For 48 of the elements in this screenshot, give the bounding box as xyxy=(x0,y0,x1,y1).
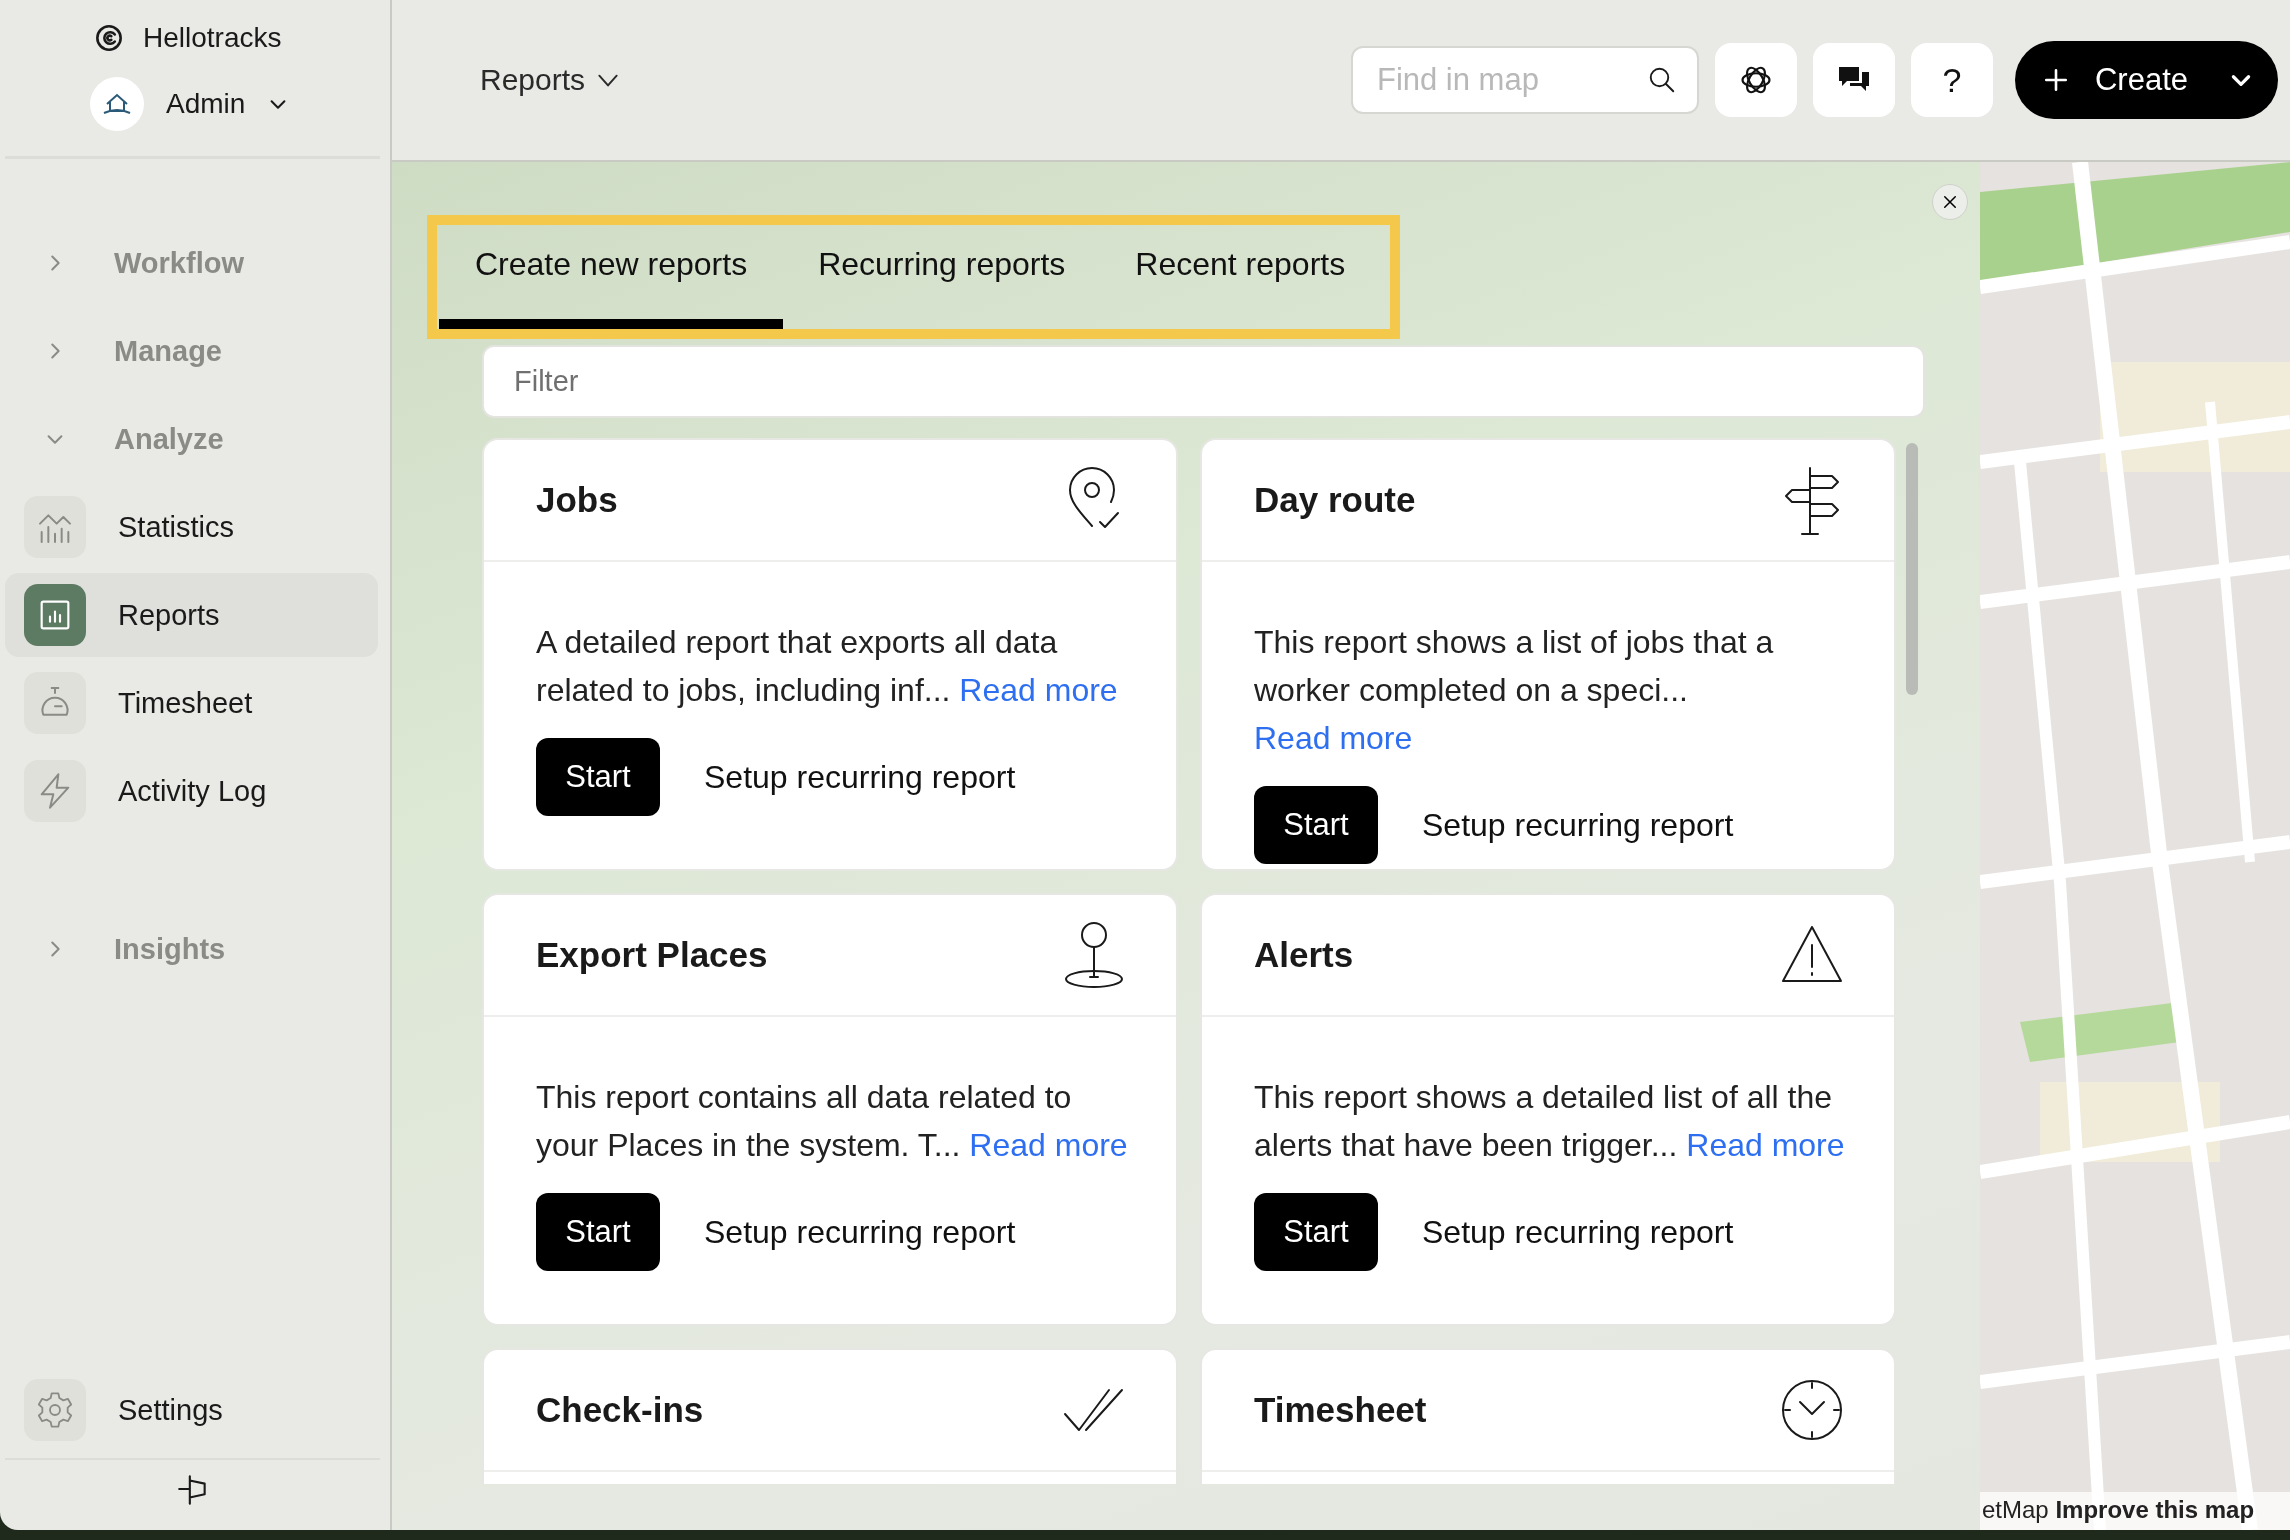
tab[interactable]: Create new reports xyxy=(439,225,784,329)
account-name[interactable]: Admin xyxy=(166,88,246,120)
avatar-icon[interactable] xyxy=(90,77,144,131)
setup-recurring-link[interactable]: Setup recurring report xyxy=(704,1213,1016,1251)
nav-item[interactable]: Statistics xyxy=(5,485,378,569)
scrollbar[interactable] xyxy=(1906,443,1918,695)
card-description: This report shows a detailed list of all the alerts that have been trigger... Read more xyxy=(1254,1078,1846,1165)
card-title: Timesheet xyxy=(1254,1390,1427,1430)
nav-item[interactable]: Reports xyxy=(5,573,378,657)
card-title: Export Places xyxy=(536,935,768,975)
card-title: Day route xyxy=(1254,480,1416,520)
card-description: This report shows a list of jobs that a worker completed on a speci... Read more xyxy=(1254,623,1775,758)
read-more-link[interactable]: Read more xyxy=(969,1127,1128,1163)
read-more-link[interactable]: Read more xyxy=(959,672,1118,708)
nav-item[interactable]: Activity Log xyxy=(5,749,378,833)
filter-field[interactable]: Filter xyxy=(482,345,1925,418)
card-title: Alerts xyxy=(1254,935,1354,975)
close-button[interactable] xyxy=(1932,184,1968,220)
search-field[interactable]: Find in map xyxy=(1350,46,1699,114)
card-description: A detailed report that exports all data related to jobs, including inf... Read more xyxy=(536,623,1119,710)
setup-recurring-link[interactable]: Setup recurring report xyxy=(704,758,1016,796)
map-attribution[interactable]: etMap Improve this map xyxy=(1980,1492,2290,1530)
close-icon xyxy=(1941,193,1959,211)
setup-recurring-link[interactable]: Setup recurring report xyxy=(1422,806,1734,844)
read-more-link[interactable]: Read more xyxy=(1686,1127,1845,1163)
setup-recurring-link[interactable]: Setup recurring report xyxy=(1422,1213,1734,1251)
logo-icon xyxy=(95,24,123,52)
plus-icon xyxy=(2042,67,2069,93)
help-button[interactable]: ? xyxy=(1910,43,1993,117)
chat-button[interactable] xyxy=(1812,43,1895,117)
pin-on-ground-icon xyxy=(1062,919,1126,991)
start-button[interactable]: Start xyxy=(536,1193,660,1271)
start-button[interactable]: Start xyxy=(1254,1193,1378,1271)
tab[interactable]: Recurring reports xyxy=(783,225,1101,329)
card-description: This report contains all data related to your Places in the system. T... Read more xyxy=(536,1078,1129,1165)
start-button[interactable]: Start xyxy=(1254,786,1378,864)
start-button[interactable]: Start xyxy=(536,738,660,816)
app-name: Hellotracks xyxy=(143,22,282,54)
ai-assistant-button[interactable] xyxy=(1714,43,1797,117)
card-title: Jobs xyxy=(536,480,618,520)
create-button[interactable]: Create xyxy=(2014,41,2278,119)
gear-icon xyxy=(35,1390,75,1430)
settings-item[interactable]: Settings xyxy=(5,1368,378,1452)
tab[interactable]: Recent reports xyxy=(1100,225,1381,329)
card-title: Check-ins xyxy=(536,1390,704,1430)
read-more-link[interactable]: Read more xyxy=(1254,720,1413,756)
page-title-dropdown[interactable]: Reports xyxy=(480,63,622,97)
nav-item[interactable]: Timesheet xyxy=(5,661,378,745)
